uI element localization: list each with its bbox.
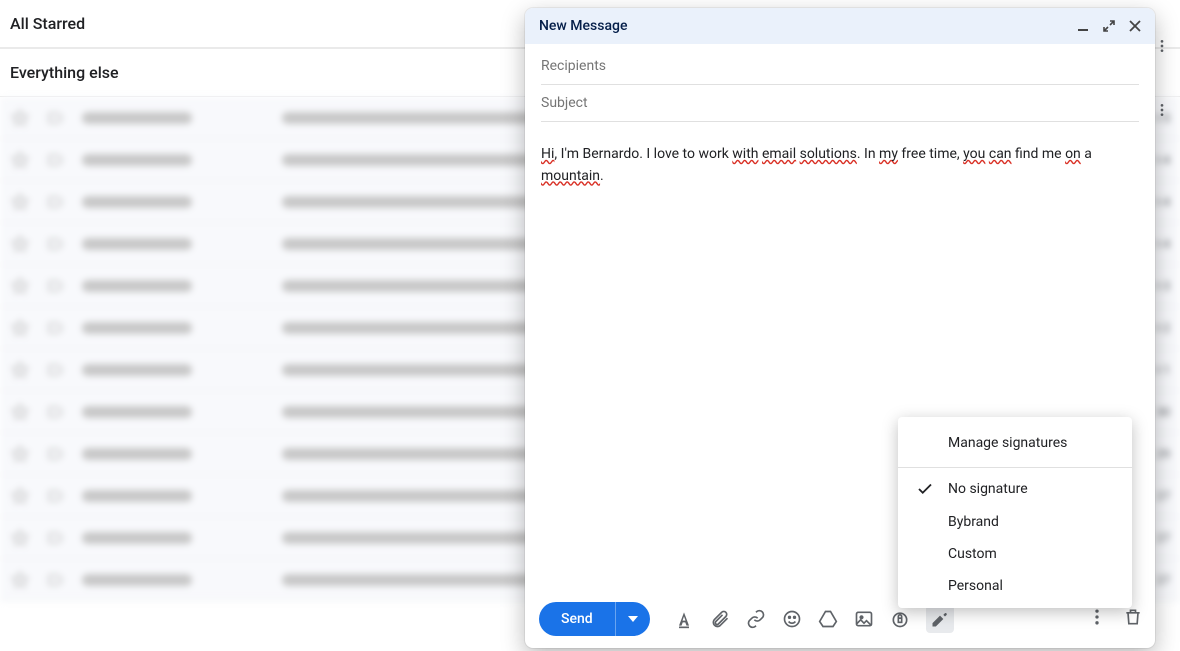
signature-option-bybrand[interactable]: Bybrand xyxy=(898,506,1132,538)
manage-signatures[interactable]: Manage signatures xyxy=(898,423,1132,463)
signature-popover: Manage signatures No signature Bybrand C… xyxy=(898,417,1132,608)
signature-option-label: Bybrand xyxy=(948,514,999,530)
label-icon[interactable] xyxy=(46,486,66,506)
recipients-field[interactable]: Recipients xyxy=(541,48,1139,85)
label-icon[interactable] xyxy=(46,234,66,254)
signature-option-custom[interactable]: Custom xyxy=(898,538,1132,570)
star-icon[interactable] xyxy=(10,402,30,422)
label-icon[interactable] xyxy=(46,192,66,212)
check-icon xyxy=(916,480,940,498)
label-icon[interactable] xyxy=(46,276,66,296)
close-icon[interactable] xyxy=(1129,20,1141,32)
discard-draft-icon[interactable] xyxy=(1123,607,1143,631)
more-vert-icon[interactable] xyxy=(1152,100,1172,120)
signature-option-label: Personal xyxy=(948,578,1003,594)
label-icon[interactable] xyxy=(46,444,66,464)
label-icon[interactable] xyxy=(46,570,66,590)
star-icon[interactable] xyxy=(10,108,30,128)
star-icon[interactable] xyxy=(10,486,30,506)
label-icon[interactable] xyxy=(46,402,66,422)
drive-icon[interactable] xyxy=(818,609,838,629)
star-icon[interactable] xyxy=(10,150,30,170)
star-icon[interactable] xyxy=(10,318,30,338)
signature-option-label: Custom xyxy=(948,546,997,562)
compose-title: New Message xyxy=(539,18,627,34)
label-icon[interactable] xyxy=(46,360,66,380)
send-button[interactable]: Send xyxy=(539,602,616,636)
emoji-icon[interactable] xyxy=(782,609,802,629)
row-overflow-column xyxy=(1152,36,1172,120)
star-icon[interactable] xyxy=(10,444,30,464)
subject-field[interactable]: Subject xyxy=(541,85,1139,122)
minimize-icon[interactable] xyxy=(1077,20,1089,32)
compose-header[interactable]: New Message xyxy=(525,8,1155,44)
label-icon[interactable] xyxy=(46,318,66,338)
star-icon[interactable] xyxy=(10,276,30,296)
image-icon[interactable] xyxy=(854,609,874,629)
more-vert-icon[interactable] xyxy=(1152,36,1172,56)
link-icon[interactable] xyxy=(746,609,766,629)
formatting-icon[interactable] xyxy=(674,609,694,629)
star-icon[interactable] xyxy=(10,192,30,212)
label-icon[interactable] xyxy=(46,108,66,128)
attach-icon[interactable] xyxy=(710,609,730,629)
more-options-icon[interactable] xyxy=(1087,607,1107,631)
signature-option-none[interactable]: No signature xyxy=(898,472,1132,506)
confidential-icon[interactable] xyxy=(890,609,910,629)
fullscreen-icon[interactable] xyxy=(1103,20,1115,32)
signature-option-personal[interactable]: Personal xyxy=(898,570,1132,602)
star-icon[interactable] xyxy=(10,570,30,590)
star-icon[interactable] xyxy=(10,234,30,254)
signature-option-label: No signature xyxy=(948,481,1028,497)
send-more-button[interactable] xyxy=(616,602,650,636)
label-icon[interactable] xyxy=(46,528,66,548)
star-icon[interactable] xyxy=(10,360,30,380)
signature-icon[interactable] xyxy=(926,605,954,633)
label-icon[interactable] xyxy=(46,150,66,170)
star-icon[interactable] xyxy=(10,528,30,548)
